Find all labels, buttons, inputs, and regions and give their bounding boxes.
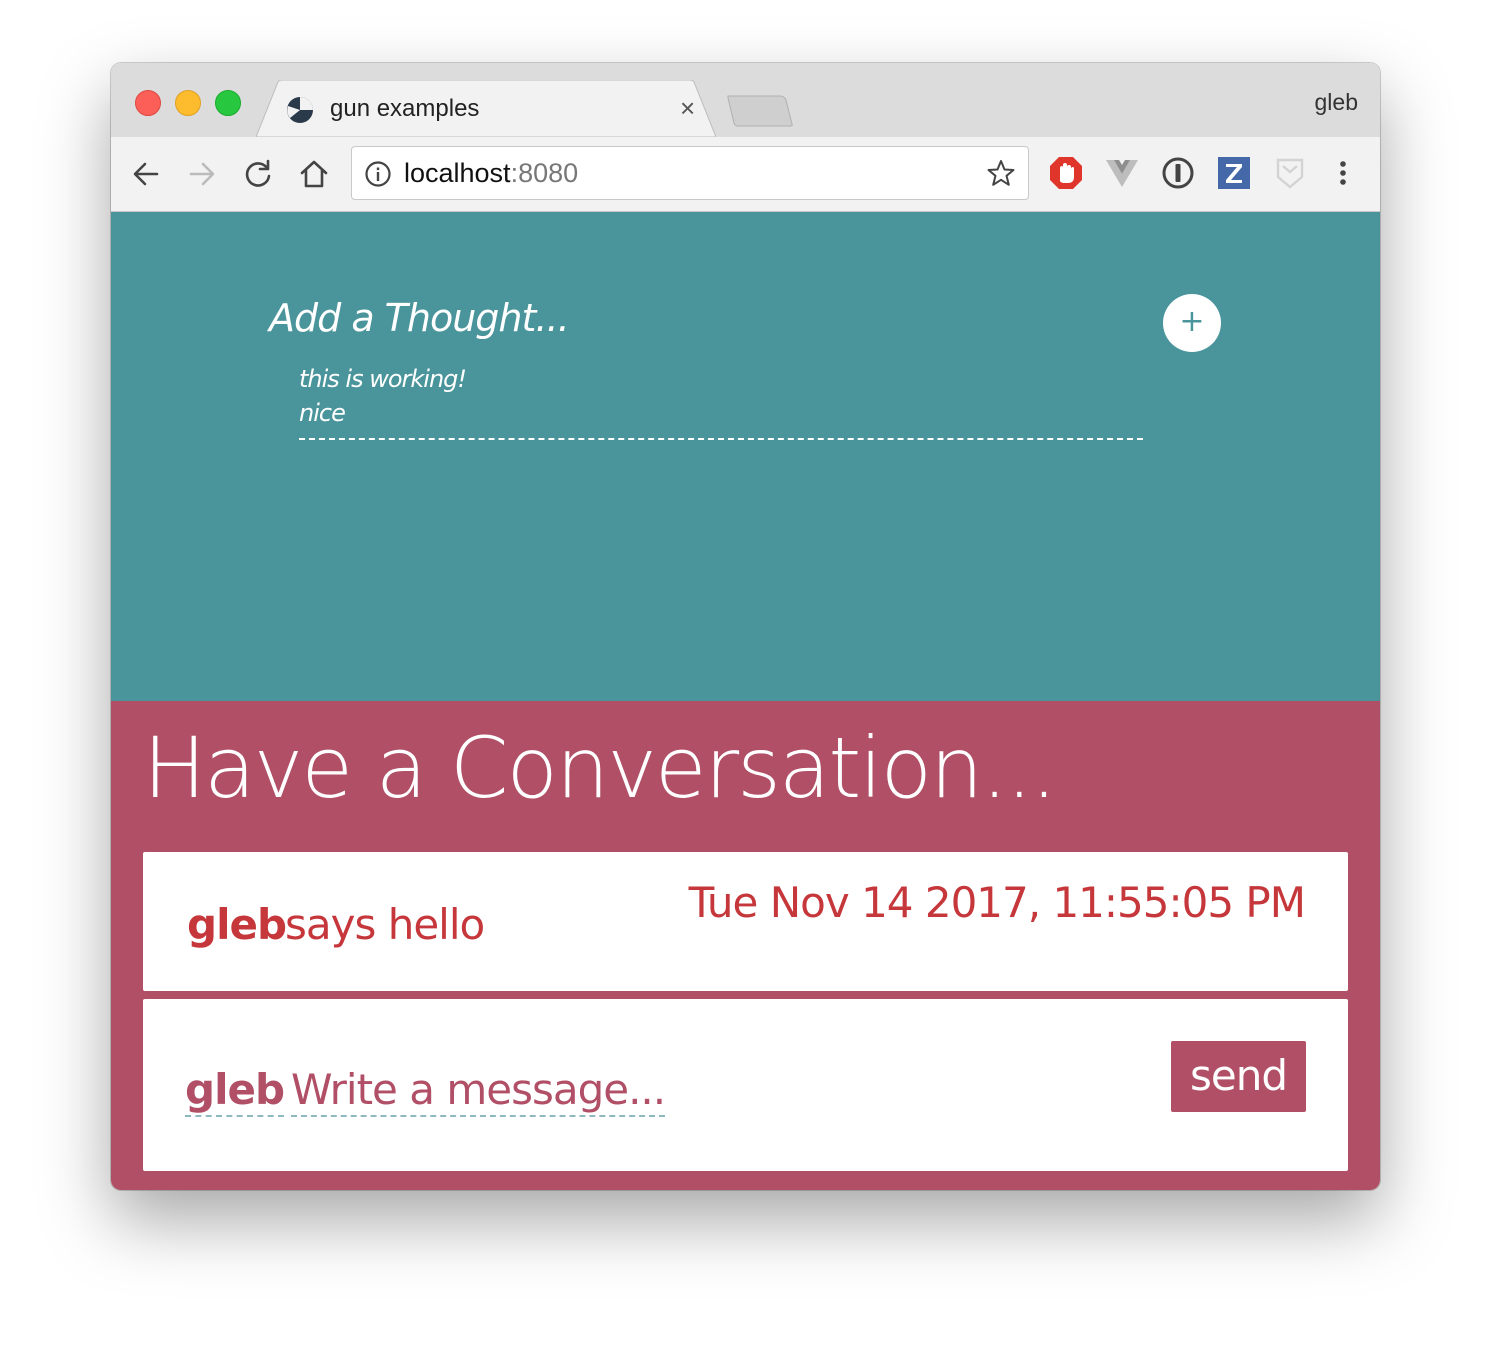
- page-content: Add a Thought... + this is working! nice…: [111, 212, 1380, 1190]
- browser-window: gun examples × gleb localhost:8080 Add a…: [111, 63, 1380, 1190]
- thought-list: this is working! nice: [299, 362, 1143, 440]
- browser-toolbar: localhost:8080: [111, 137, 1380, 212]
- message-card: gleb says hello Tue Nov 14 2017, 11:55:0…: [143, 852, 1348, 991]
- thought-input[interactable]: [299, 430, 1143, 440]
- thoughts-title: Add a Thought...: [269, 296, 570, 340]
- new-tab-button[interactable]: [726, 94, 796, 128]
- adblock-icon[interactable]: [1048, 155, 1084, 191]
- extension-icon[interactable]: [1272, 155, 1308, 191]
- reload-icon[interactable]: [241, 157, 275, 191]
- tab-title: gun examples: [330, 95, 480, 122]
- send-button[interactable]: send: [1171, 1041, 1306, 1112]
- 1password-icon[interactable]: [1160, 155, 1196, 191]
- tab-strip: gun examples × gleb: [111, 63, 1380, 137]
- thoughts-section: Add a Thought... + this is working! nice: [111, 212, 1380, 701]
- address-bar[interactable]: localhost:8080: [351, 146, 1029, 200]
- profile-name[interactable]: gleb: [1315, 89, 1358, 116]
- message-author: gleb: [187, 900, 287, 949]
- zotero-icon[interactable]: [1216, 155, 1252, 191]
- tab-close-icon[interactable]: ×: [680, 93, 695, 124]
- zoom-window-button[interactable]: [215, 90, 241, 116]
- thought-item[interactable]: this is working!: [299, 362, 1143, 396]
- add-thought-button[interactable]: +: [1163, 294, 1221, 352]
- message-text: says hello: [285, 900, 485, 949]
- back-icon[interactable]: [129, 157, 163, 191]
- compose-name-field[interactable]: gleb: [185, 1067, 285, 1117]
- url-text[interactable]: localhost:8080: [404, 158, 578, 189]
- vue-devtools-icon[interactable]: [1104, 155, 1140, 191]
- conversation-title: Have a Conversation...: [143, 719, 1057, 817]
- forward-icon[interactable]: [185, 157, 219, 191]
- thought-item[interactable]: nice: [299, 396, 1143, 430]
- message-input[interactable]: Write a message...: [291, 1067, 666, 1117]
- url-host: localhost: [404, 158, 511, 188]
- conversation-section: Have a Conversation... gleb says hello T…: [111, 701, 1380, 1190]
- compose-card: gleb Write a message... send: [143, 999, 1348, 1171]
- menu-icon[interactable]: [1329, 155, 1365, 191]
- message-timestamp: Tue Nov 14 2017, 11:55:05 PM: [688, 878, 1306, 927]
- tab-gun-examples[interactable]: gun examples ×: [256, 80, 716, 137]
- close-window-button[interactable]: [135, 90, 161, 116]
- star-icon[interactable]: [986, 158, 1016, 188]
- info-icon[interactable]: [364, 160, 392, 188]
- gun-logo-icon: [287, 97, 313, 123]
- minimize-window-button[interactable]: [175, 90, 201, 116]
- home-icon[interactable]: [297, 157, 331, 191]
- url-port: :8080: [510, 158, 579, 188]
